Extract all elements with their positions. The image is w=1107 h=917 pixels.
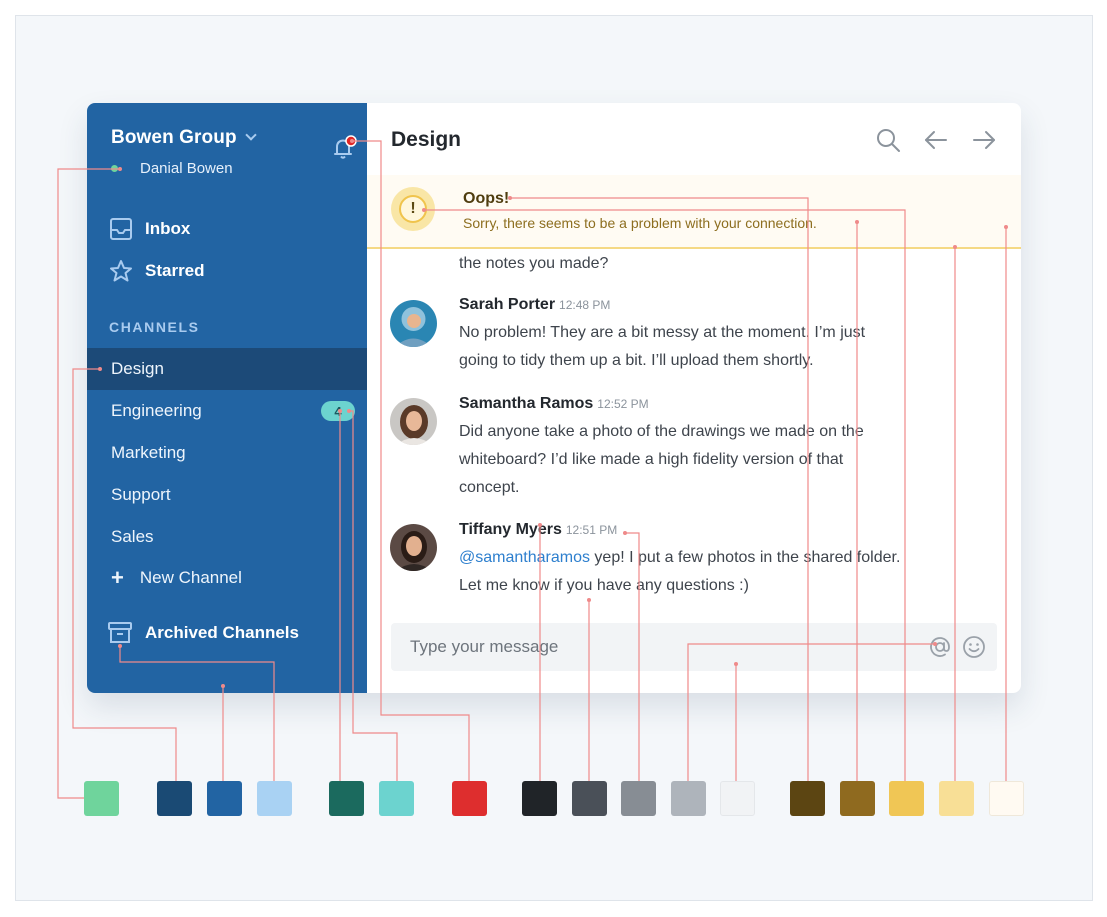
swatch-gray-400 [671, 781, 706, 816]
channel-label: Engineering [111, 401, 202, 420]
avatar[interactable] [390, 524, 437, 571]
channel-item-engineering[interactable]: Engineering 4 [87, 390, 367, 432]
plus-icon: + [111, 565, 124, 590]
message-sender: Samantha Ramos 12:52 PM [459, 395, 649, 413]
swatch-gray-500 [621, 781, 656, 816]
channel-item-sales[interactable]: Sales [87, 516, 367, 558]
team-name: Bowen Group [111, 127, 237, 148]
archived-channels-link[interactable]: Archived Channels [108, 622, 299, 644]
unread-badge: 4 [321, 401, 355, 421]
sender-name: Samantha Ramos [459, 395, 594, 412]
channel-label: Design [111, 359, 164, 378]
channel-item-marketing[interactable]: Marketing [87, 432, 367, 474]
swatch-yellow-900 [790, 781, 825, 816]
swatch-teal [379, 781, 414, 816]
swatch-blue-dark [157, 781, 192, 816]
swatch-gray-100 [720, 781, 755, 816]
composer-actions [928, 635, 986, 659]
star-icon [110, 260, 132, 282]
message-line: going to tidy them up a bit. I’ll upload… [459, 352, 814, 369]
message-line-rest: yep! I put a few photos in the shared fo… [589, 549, 901, 566]
archived-label: Archived Channels [145, 623, 299, 642]
message-sender: Tiffany Myers 12:51 PM [459, 521, 617, 539]
starred-label: Starred [145, 261, 205, 280]
swatch-yellow-300 [939, 781, 974, 816]
nav-starred[interactable]: Starred [109, 258, 205, 284]
warning-icon: ! [391, 187, 435, 231]
message-input[interactable] [391, 623, 911, 671]
message-line: No problem! They are a bit messy at the … [459, 324, 866, 341]
chevron-down-icon [244, 129, 257, 141]
channel-label: Marketing [111, 443, 186, 462]
new-channel-label: New Channel [139, 568, 242, 587]
channel-item-support[interactable]: Support [87, 474, 367, 516]
swatch-blue [207, 781, 242, 816]
notification-dot [345, 135, 357, 147]
channel-title: Design [391, 128, 462, 151]
channels-header: CHANNELS [109, 319, 200, 335]
channel-label: Support [111, 485, 171, 504]
new-channel-button[interactable]: + New Channel [111, 567, 242, 589]
partial-message: the notes you made? [459, 255, 609, 272]
swatch-red [452, 781, 487, 816]
arrow-left-icon[interactable] [923, 127, 949, 153]
swatch-teal-dark [329, 781, 364, 816]
swatch-gray-700 [572, 781, 607, 816]
bell-icon[interactable] [331, 135, 357, 161]
message-time: 12:51 PM [565, 523, 618, 537]
message-text: @samantharamos yep! I put a few photos i… [459, 544, 979, 600]
chat-panel: Design ! Oops! Sorry, there seems to be … [367, 103, 1021, 693]
avatar[interactable] [390, 300, 437, 347]
header-actions [875, 127, 997, 153]
online-status-dot [111, 165, 118, 172]
sender-name: Sarah Porter [459, 296, 556, 313]
message-line: @samantharamos yep! I put a few photos i… [459, 544, 979, 572]
message-composer [391, 623, 997, 671]
emoji-icon[interactable] [962, 635, 986, 659]
channel-item-design[interactable]: Design [87, 348, 367, 390]
message-line: whiteboard? I’d like made a high fidelit… [459, 451, 844, 468]
connection-alert: ! Oops! Sorry, there seems to be a probl… [367, 175, 1021, 249]
chat-window: Bowen Group Danial Bowen Inbox Starred C… [87, 103, 1021, 693]
message-text: No problem! They are a bit messy at the … [459, 319, 979, 375]
message-time: 12:48 PM [559, 298, 611, 312]
nav-inbox[interactable]: Inbox [109, 216, 190, 242]
swatch-yellow-500 [889, 781, 924, 816]
search-icon[interactable] [875, 127, 901, 153]
current-user[interactable]: Danial Bowen [111, 160, 233, 177]
user-name: Danial Bowen [140, 160, 233, 177]
team-switcher[interactable]: Bowen Group [111, 127, 257, 149]
sidebar: Bowen Group Danial Bowen Inbox Starred C… [87, 103, 367, 693]
sender-name: Tiffany Myers [459, 521, 562, 538]
message-text: Did anyone take a photo of the drawings … [459, 418, 979, 502]
archive-icon [108, 622, 132, 643]
alert-text: Sorry, there seems to be a problem with … [463, 215, 817, 231]
swatch-gray-900 [522, 781, 557, 816]
inbox-icon [110, 218, 132, 240]
message-time: 12:52 PM [597, 397, 649, 411]
at-icon[interactable] [928, 635, 952, 659]
arrow-right-icon[interactable] [971, 127, 997, 153]
swatch-yellow-700 [840, 781, 875, 816]
message-sender: Sarah Porter 12:48 PM [459, 296, 610, 314]
alert-title: Oops! [463, 190, 510, 207]
channel-label: Sales [111, 527, 154, 546]
inbox-label: Inbox [145, 219, 191, 238]
avatar[interactable] [390, 398, 437, 445]
message-line: Did anyone take a photo of the drawings … [459, 423, 864, 440]
message-line: concept. [459, 479, 520, 496]
swatch-yellow-50 [989, 781, 1024, 816]
swatch-green [84, 781, 119, 816]
swatch-blue-light [257, 781, 292, 816]
message-line: Let me know if you have any questions :) [459, 577, 749, 594]
user-mention[interactable]: @samantharamos [459, 549, 590, 566]
